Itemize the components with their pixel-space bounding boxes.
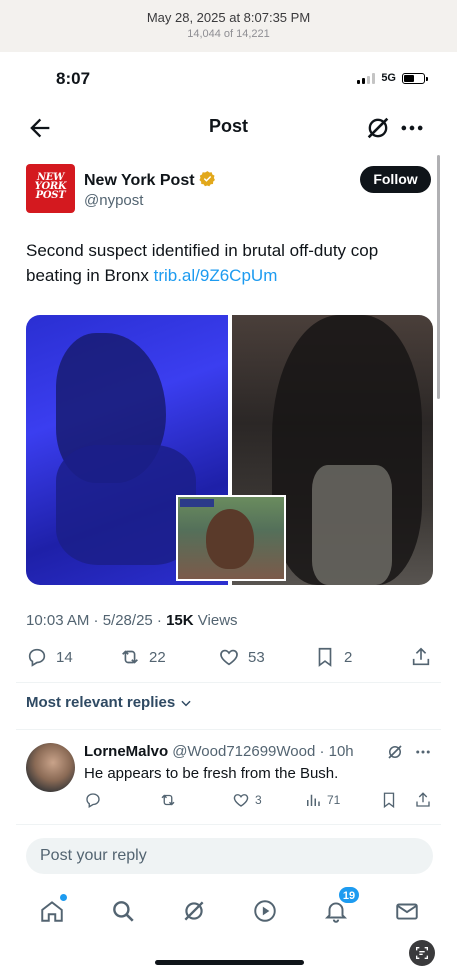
reply-bookmark-button[interactable]: [380, 791, 398, 809]
reply-header: LorneMalvo @Wood712699Wood · 10h: [84, 743, 354, 760]
home-notification-dot: [60, 894, 67, 901]
replies-filter-label: Most relevant replies: [26, 694, 176, 711]
bookmark-button[interactable]: 2: [314, 646, 352, 668]
bottom-tab-bar: 19: [0, 886, 457, 932]
views-count: 15K: [166, 612, 194, 629]
grok-icon[interactable]: [364, 114, 392, 142]
reply-actions: 3 71: [84, 791, 434, 811]
home-indicator: [155, 960, 304, 965]
live-text-scan-icon[interactable]: [409, 940, 435, 966]
notifications-badge: 19: [338, 886, 360, 904]
post-link[interactable]: trib.al/9Z6CpUm: [154, 266, 278, 285]
photo-date: May 28, 2025 at 8:07:35 PM: [146, 10, 311, 25]
tab-messages[interactable]: [392, 896, 422, 926]
top-nav: Post: [0, 110, 457, 146]
photo-viewer-header: May 28, 2025 at 8:07:35 PM 14,044 of 14,…: [0, 0, 457, 52]
tab-search[interactable]: [108, 896, 138, 926]
replies-filter-dropdown[interactable]: Most relevant replies: [26, 694, 193, 711]
reply-author-name[interactable]: LorneMalvo: [84, 743, 168, 760]
status-icons: 5G: [357, 72, 428, 84]
reply-text: He appears to be fresh from the Bush.: [84, 765, 339, 782]
network-label: 5G: [381, 72, 396, 84]
reply-views-button[interactable]: 71: [304, 791, 340, 809]
phone-screen: 8:07 5G Post NEW YORK POST New York Post: [0, 52, 457, 972]
reply-share-button[interactable]: [414, 791, 432, 809]
signal-icon: [357, 72, 376, 84]
follow-button[interactable]: Follow: [360, 166, 431, 193]
reply-like-count: 3: [255, 793, 262, 807]
photo-count: 14,044 of 14,221: [187, 28, 270, 40]
share-button[interactable]: [410, 646, 432, 668]
scroll-indicator: [437, 155, 440, 399]
reply-views-count: 71: [327, 793, 341, 807]
reply-icon: [86, 793, 100, 808]
reply-reply-button[interactable]: [84, 791, 102, 809]
post-meta: 10:03 AM · 5/28/25 · 15K Views: [26, 612, 238, 629]
like-button[interactable]: 53: [218, 646, 265, 668]
reply-compose-input[interactable]: Post your reply: [26, 838, 433, 874]
more-icon[interactable]: [398, 114, 426, 142]
home-icon: [41, 901, 63, 922]
repost-icon: [122, 650, 138, 664]
repost-icon: [161, 794, 175, 806]
share-icon: [416, 792, 430, 807]
tab-video[interactable]: [250, 896, 280, 926]
reply-like-button[interactable]: 3: [232, 791, 262, 809]
grok-icon: [184, 901, 204, 921]
post-text: Second suspect identified in brutal off-…: [26, 238, 431, 288]
heart-icon: [233, 794, 249, 807]
status-bar: 8:07 5G: [0, 52, 457, 104]
reply-avatar[interactable]: [26, 743, 75, 792]
battery-icon: [402, 72, 428, 84]
reply-repost-button[interactable]: [159, 791, 177, 809]
repost-count: 22: [149, 648, 166, 666]
media-inset-photo: [176, 495, 286, 581]
post-media[interactable]: [26, 315, 433, 585]
views-label: Views: [193, 612, 238, 629]
verified-badge-icon: [198, 170, 216, 192]
post-author: NEW YORK POST New York Post @nypost Foll…: [26, 164, 431, 214]
reply-button[interactable]: 14: [26, 646, 73, 668]
avatar-line-3: POST: [35, 190, 66, 201]
tab-grok[interactable]: [179, 896, 209, 926]
status-time: 8:07: [56, 69, 91, 88]
mail-icon: [396, 903, 418, 920]
author-name[interactable]: New York Post: [84, 172, 195, 190]
chevron-down-icon: [181, 700, 191, 706]
tab-home[interactable]: [37, 894, 67, 926]
search-icon: [113, 901, 134, 922]
like-count: 53: [248, 648, 265, 666]
author-handle[interactable]: @nypost: [84, 192, 143, 209]
author-name-row[interactable]: New York Post: [84, 170, 216, 192]
tab-notifications[interactable]: 19: [321, 886, 360, 926]
reply-more-icon[interactable]: [414, 743, 432, 766]
bookmark-icon: [383, 792, 395, 809]
bookmark-icon: [318, 647, 332, 667]
post-actions: 14 22 53 2: [26, 646, 436, 670]
repost-button[interactable]: 22: [119, 646, 166, 668]
reply-icon: [28, 648, 46, 667]
author-avatar[interactable]: NEW YORK POST: [26, 164, 75, 213]
reply-author-handle[interactable]: @Wood712699Wood · 10h: [172, 743, 353, 760]
bookmark-count: 2: [344, 648, 353, 666]
reply-grok-icon[interactable]: [386, 743, 404, 766]
heart-icon: [220, 649, 238, 666]
views-icon: [307, 794, 320, 806]
share-icon: [412, 647, 430, 666]
reply-count: 14: [56, 648, 73, 666]
post-timestamp: 10:03 AM · 5/28/25 ·: [26, 612, 167, 629]
play-icon: [254, 900, 276, 922]
